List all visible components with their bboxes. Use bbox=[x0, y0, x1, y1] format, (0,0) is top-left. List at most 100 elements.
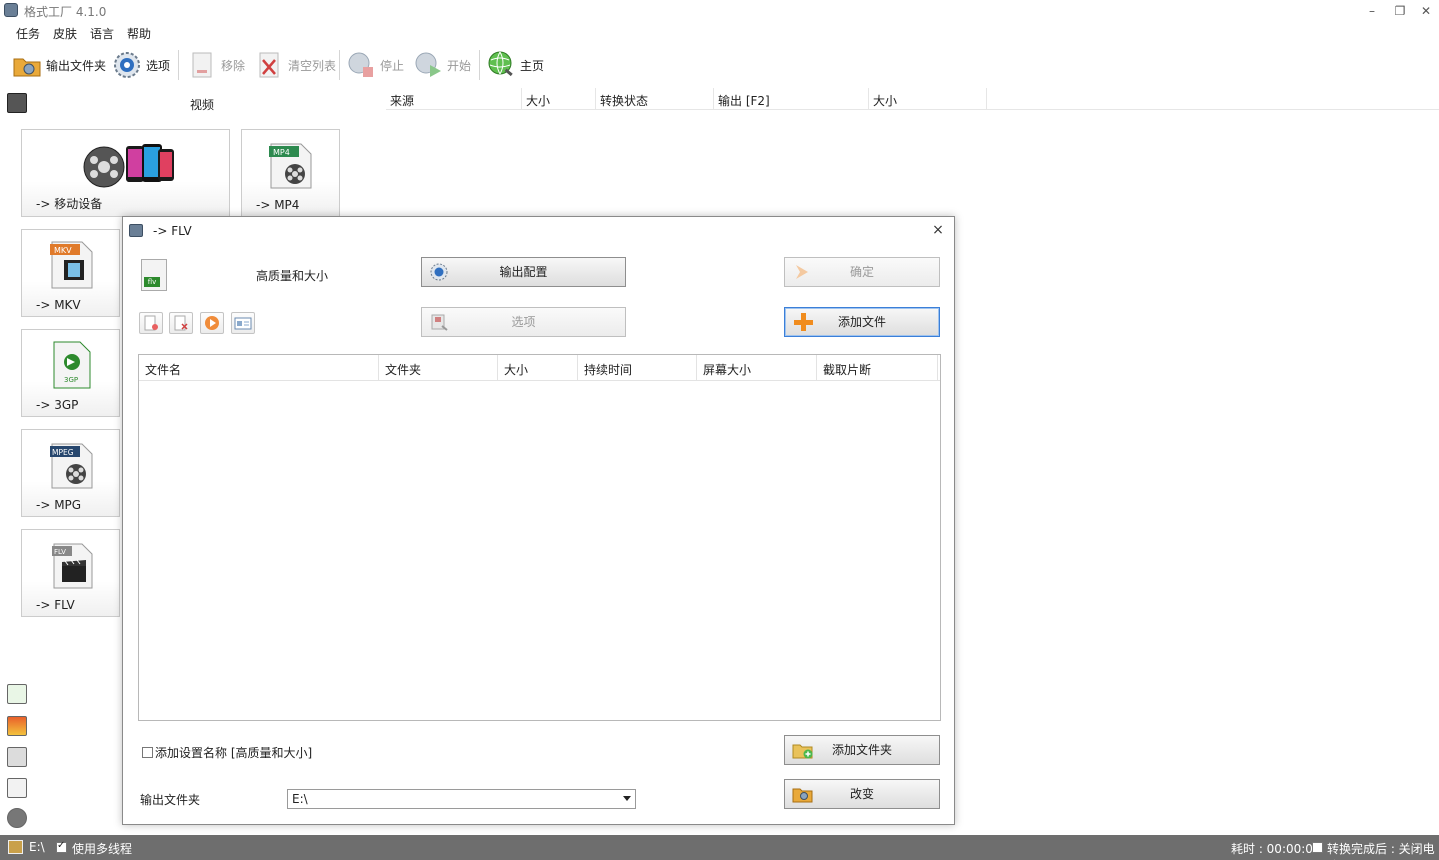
ok-button[interactable]: 确定 bbox=[784, 257, 940, 287]
col-duration[interactable]: 持续时间 bbox=[578, 355, 697, 381]
output-config-button[interactable]: 输出配置 bbox=[421, 257, 626, 287]
add-folder-icon bbox=[792, 740, 814, 760]
flv-settings-dialog: -> FLV × flv 高质量和大小 输出配置 确定 选项 添加文件 文件名 … bbox=[122, 216, 955, 825]
svg-text:MP4: MP4 bbox=[273, 148, 290, 157]
tile-3gp[interactable]: 3GP -> 3GP bbox=[21, 329, 120, 417]
home-button[interactable]: 主页 bbox=[486, 48, 544, 82]
clear-list-button[interactable]: 清空列表 bbox=[254, 48, 336, 82]
app-icon bbox=[129, 224, 143, 237]
col-size[interactable]: 大小 bbox=[498, 355, 578, 381]
col-clip[interactable]: 截取片断 bbox=[817, 355, 938, 381]
gear-icon bbox=[112, 50, 142, 80]
output-folder-value: E:\ bbox=[292, 792, 308, 806]
after-done-label: 转换完成后 : 关闭电脑 bbox=[1327, 842, 1435, 860]
col-folder[interactable]: 文件夹 bbox=[379, 355, 498, 381]
svg-text:MPEG: MPEG bbox=[52, 448, 74, 457]
remove-file-icon bbox=[144, 315, 158, 331]
tile-mpg[interactable]: MPEG -> MPG bbox=[21, 429, 120, 517]
tile-mobile-device[interactable]: -> 移动设备 bbox=[21, 129, 230, 217]
rom-device-category-icon[interactable] bbox=[7, 778, 27, 798]
add-folder-button[interactable]: 添加文件夹 bbox=[784, 735, 940, 765]
toolbar-separator bbox=[339, 50, 340, 80]
clear-list-label: 清空列表 bbox=[288, 58, 337, 73]
stop-icon bbox=[346, 50, 376, 80]
start-button[interactable]: 开始 bbox=[413, 48, 471, 82]
output-folder-button[interactable]: 输出文件夹 bbox=[12, 48, 106, 82]
multithread-label: 使用多线程 bbox=[72, 842, 133, 856]
task-list-header: 来源 大小 转换状态 输出 [F2] 大小 bbox=[386, 88, 1439, 110]
restore-button[interactable]: ❐ bbox=[1386, 1, 1414, 21]
remove-file-icon bbox=[187, 50, 217, 80]
change-folder-button[interactable]: 改变 bbox=[784, 779, 940, 809]
picture-category-icon[interactable] bbox=[7, 716, 27, 736]
menu-language[interactable]: 语言 bbox=[90, 25, 114, 42]
remove-button[interactable]: 移除 bbox=[187, 48, 245, 82]
input-file-table[interactable]: 文件名 文件夹 大小 持续时间 屏幕大小 截取片断 bbox=[138, 354, 941, 721]
dialog-close-button[interactable]: × bbox=[929, 221, 947, 239]
tile-label: -> 3GP bbox=[36, 398, 79, 412]
clear-list-icon bbox=[254, 50, 284, 80]
clear-files-button[interactable] bbox=[169, 312, 193, 334]
video-category-header[interactable]: 视频 bbox=[0, 92, 384, 114]
stop-button[interactable]: 停止 bbox=[346, 48, 404, 82]
output-folder-select[interactable]: E:\ bbox=[287, 789, 636, 809]
mobile-devices-icon bbox=[82, 140, 178, 193]
3gp-file-icon: 3GP bbox=[52, 340, 92, 393]
menu-task[interactable]: 任务 bbox=[16, 25, 40, 42]
remove-file-button[interactable] bbox=[139, 312, 163, 334]
video-category-label: 视频 bbox=[190, 98, 215, 112]
stop-label: 停止 bbox=[380, 58, 405, 73]
minimize-button[interactable]: – bbox=[1358, 1, 1386, 21]
options-label: 选项 bbox=[146, 58, 171, 73]
folder-icon[interactable] bbox=[8, 840, 23, 854]
folder-icon bbox=[12, 50, 42, 80]
add-setting-name-label: 添加设置名称 [高质量和大小] bbox=[155, 746, 313, 760]
col-size[interactable]: 大小 bbox=[522, 88, 596, 110]
menu-skin[interactable]: 皮肤 bbox=[53, 25, 77, 42]
tile-mp4[interactable]: MP4 -> MP4 bbox=[241, 129, 340, 217]
toolbar: 输出文件夹 选项 移除 清空列表 停止 开始 主页 bbox=[0, 44, 1439, 86]
chevron-down-icon bbox=[623, 796, 631, 801]
start-label: 开始 bbox=[447, 58, 472, 73]
after-done-checkbox[interactable] bbox=[1312, 842, 1323, 853]
col-source[interactable]: 来源 bbox=[386, 88, 522, 110]
col-output[interactable]: 输出 [F2] bbox=[714, 88, 869, 110]
add-file-button[interactable]: 添加文件 bbox=[784, 307, 940, 337]
col-screen-size[interactable]: 屏幕大小 bbox=[697, 355, 817, 381]
menu-help[interactable]: 帮助 bbox=[127, 25, 151, 42]
gear-icon bbox=[429, 262, 451, 282]
flv-file-icon: FLV bbox=[50, 542, 96, 593]
mpeg-file-icon: MPEG bbox=[48, 442, 96, 493]
close-window-button[interactable]: ✕ bbox=[1412, 1, 1439, 21]
svg-text:3GP: 3GP bbox=[64, 376, 78, 384]
document-category-icon[interactable] bbox=[7, 747, 27, 767]
toolbar-separator bbox=[479, 50, 480, 80]
col-file-name[interactable]: 文件名 bbox=[139, 355, 379, 381]
utilities-category-icon[interactable] bbox=[7, 808, 27, 828]
output-folder-label: 输出文件夹 bbox=[46, 58, 107, 73]
audio-category-icon[interactable] bbox=[7, 684, 27, 704]
options-button[interactable]: 选项 bbox=[112, 48, 170, 82]
tile-label: -> 移动设备 bbox=[36, 197, 103, 211]
change-label: 改变 bbox=[849, 787, 874, 801]
plus-icon bbox=[792, 312, 814, 332]
col-output-size[interactable]: 大小 bbox=[869, 88, 987, 110]
col-status[interactable]: 转换状态 bbox=[596, 88, 714, 110]
tile-mkv[interactable]: MKV -> MKV bbox=[21, 229, 120, 317]
options-button[interactable]: 选项 bbox=[421, 307, 626, 337]
media-info-button[interactable] bbox=[231, 312, 255, 334]
globe-icon bbox=[486, 50, 516, 80]
tile-flv[interactable]: FLV -> FLV bbox=[21, 529, 120, 617]
play-button[interactable] bbox=[200, 312, 224, 334]
add-file-label: 添加文件 bbox=[837, 315, 886, 329]
arrow-right-icon bbox=[792, 262, 814, 282]
multithread-checkbox[interactable] bbox=[56, 840, 67, 853]
output-folder-label: 输出文件夹 bbox=[140, 793, 201, 807]
mkv-file-icon: MKV bbox=[48, 240, 96, 293]
remove-label: 移除 bbox=[221, 58, 246, 73]
flv-format-icon: flv bbox=[141, 259, 167, 291]
play-icon bbox=[205, 316, 219, 330]
elapsed-time: 耗时 : 00:00:00 bbox=[1231, 842, 1321, 856]
home-label: 主页 bbox=[520, 58, 545, 73]
add-setting-name-checkbox[interactable] bbox=[142, 747, 153, 758]
